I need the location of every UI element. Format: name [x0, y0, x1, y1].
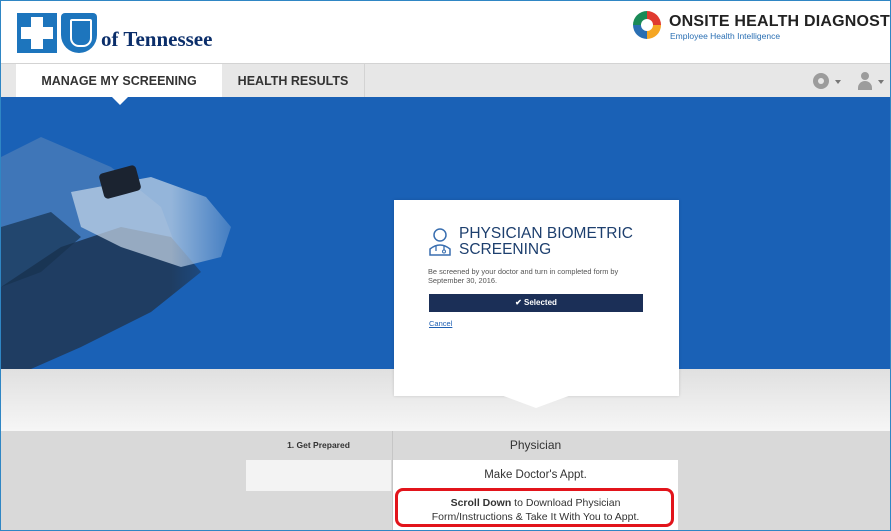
step-row-make-appt[interactable]: Make Doctor's Appt. [392, 460, 678, 491]
blue-cross-icon [17, 13, 57, 53]
tab-manage-my-screening[interactable]: MANAGE MY SCREENING [16, 64, 222, 98]
brand-left-text: of Tennessee [101, 27, 213, 51]
top-header: of Tennessee ONSITE HEALTH DIAGNOSTICS E… [1, 1, 890, 63]
chevron-down-icon[interactable] [878, 80, 884, 84]
step-label: 1. Get Prepared [287, 440, 350, 450]
cancel-link[interactable]: Cancel [429, 319, 452, 328]
brand-right-name: ONSITE HEALTH DIAGNOSTICS [669, 13, 890, 30]
selected-button[interactable]: ✔ Selected [429, 294, 643, 312]
card-description: Be screened by your doctor and turn in c… [428, 267, 619, 285]
user-icon[interactable] [856, 72, 874, 90]
brand-right-tagline: Employee Health Intelligence [670, 31, 781, 41]
hero-photo-wrist-icon [1, 97, 261, 369]
card-title: PHYSICIAN BIOMETRIC SCREENING [459, 225, 633, 258]
gear-icon[interactable] [813, 73, 829, 89]
active-tab-indicator [112, 97, 128, 105]
tab-health-results[interactable]: HEALTH RESULTS [222, 64, 365, 98]
red-highlight-box [395, 488, 674, 527]
screening-card: PHYSICIAN BIOMETRIC SCREENING Be screene… [394, 200, 679, 396]
bcbs-tennessee-logo[interactable]: of Tennessee [17, 9, 212, 53]
ohd-mark-icon [633, 11, 661, 39]
card-pointer [498, 394, 574, 408]
doctor-icon [429, 228, 451, 256]
step-blank-cell [246, 460, 391, 491]
blue-shield-icon [61, 13, 97, 53]
chevron-down-icon[interactable] [835, 80, 841, 84]
main-nav: MANAGE MY SCREENING HEALTH RESULTS [1, 63, 890, 98]
column-header-physician: Physician [392, 431, 678, 460]
app-window: of Tennessee ONSITE HEALTH DIAGNOSTICS E… [0, 0, 891, 531]
